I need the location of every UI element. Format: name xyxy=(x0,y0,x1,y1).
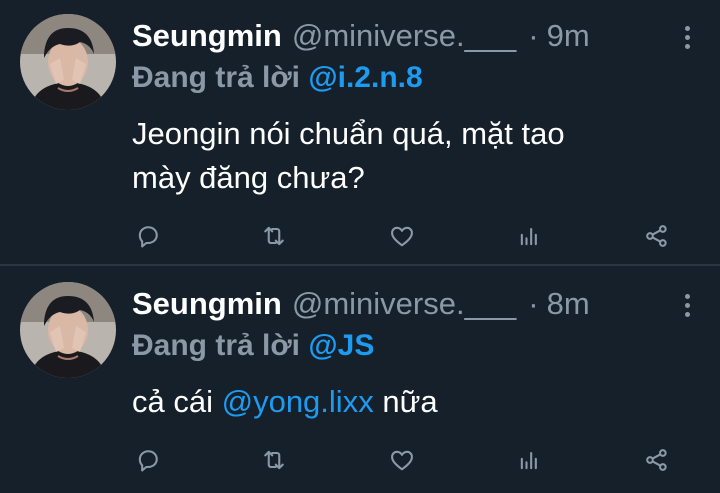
views-icon xyxy=(520,227,537,246)
share-button[interactable] xyxy=(637,216,677,256)
more-icon[interactable] xyxy=(674,290,700,320)
tweet-text-line: Jeongin nói chuẩn quá, mặt tao xyxy=(132,116,565,151)
views-button[interactable] xyxy=(510,440,550,480)
reply-icon xyxy=(138,226,158,248)
retweet-icon xyxy=(264,226,284,246)
tweet[interactable]: Seungmin @miniverse.___ · 9m Đang trả lờ… xyxy=(0,0,720,266)
retweet-button[interactable] xyxy=(254,440,294,480)
separator-dot: · xyxy=(528,18,539,53)
reply-context: Đang trả lời @JS xyxy=(132,326,700,366)
user-handle[interactable]: @miniverse.___ xyxy=(292,282,516,326)
like-icon xyxy=(391,450,413,471)
retweet-button[interactable] xyxy=(254,216,294,256)
mention-link[interactable]: @yong.lixx xyxy=(222,384,374,419)
avatar[interactable] xyxy=(20,282,116,378)
views-button[interactable] xyxy=(510,216,550,256)
like-button[interactable] xyxy=(382,216,422,256)
action-bar xyxy=(132,440,680,480)
timestamp[interactable]: 9m xyxy=(547,14,590,58)
tweet-text: Jeongin nói chuẩn quá, mặt tao mày đăng … xyxy=(132,112,700,200)
tweet-text-segment: nữa xyxy=(382,384,438,419)
separator-dot: · xyxy=(528,286,539,321)
reply-button[interactable] xyxy=(128,216,168,256)
avatar-image xyxy=(20,14,116,110)
user-handle[interactable]: @miniverse.___ xyxy=(292,14,516,58)
share-button[interactable] xyxy=(637,440,677,480)
tweet[interactable]: Seungmin @miniverse.___ · 8m Đang trả lờ… xyxy=(0,268,720,493)
reply-button[interactable] xyxy=(128,440,168,480)
avatar[interactable] xyxy=(20,14,116,110)
reply-context: Đang trả lời @i.2.n.8 xyxy=(132,58,700,98)
display-name[interactable]: Seungmin xyxy=(132,14,282,58)
share-icon xyxy=(646,225,667,247)
tweet-text-segment: cả cái xyxy=(132,384,213,419)
like-button[interactable] xyxy=(382,440,422,480)
retweet-icon xyxy=(264,450,284,470)
tweet-text: cả cái @yong.lixx nữa xyxy=(132,380,700,424)
reply-mention-link[interactable]: @i.2.n.8 xyxy=(308,61,422,94)
reply-prefix: Đang trả lời xyxy=(132,329,301,362)
views-icon xyxy=(520,451,537,470)
more-icon[interactable] xyxy=(674,22,700,52)
action-bar xyxy=(132,216,680,256)
reply-icon xyxy=(138,450,158,472)
like-icon xyxy=(391,226,413,247)
timestamp[interactable]: 8m xyxy=(547,282,590,326)
tweet-text-line: mày đăng chưa? xyxy=(132,160,365,195)
tweet-header: Seungmin @miniverse.___ · 9m xyxy=(132,14,700,58)
tweet-header: Seungmin @miniverse.___ · 8m xyxy=(132,282,700,326)
display-name[interactable]: Seungmin xyxy=(132,282,282,326)
share-icon xyxy=(646,449,667,471)
reply-mention-link[interactable]: @JS xyxy=(308,329,374,362)
reply-prefix: Đang trả lời xyxy=(132,61,301,94)
avatar-image xyxy=(20,282,116,378)
